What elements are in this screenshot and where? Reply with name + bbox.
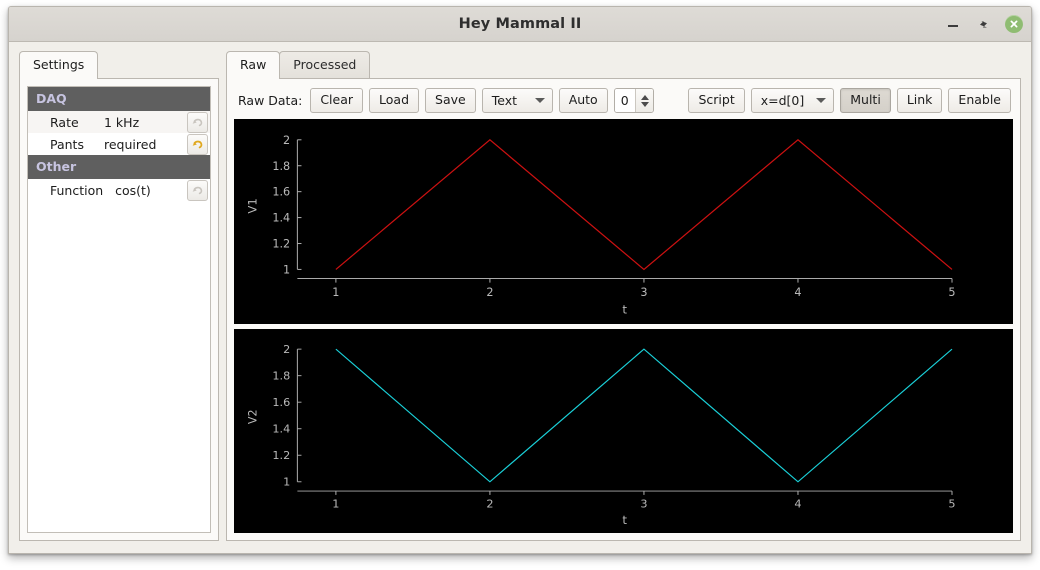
window-controls xyxy=(945,7,1023,41)
revert-icon-rate[interactable] xyxy=(187,111,208,133)
settings-group-header-other[interactable]: Other xyxy=(28,155,210,179)
settings-tree-scroll[interactable]: DAQ Rate 1 kHz Pants required Other Func… xyxy=(28,87,210,532)
settings-row-function-value: cos(t) xyxy=(115,182,151,198)
format-dropdown-value: Text xyxy=(491,93,517,108)
svg-text:2: 2 xyxy=(283,134,290,147)
svg-text:3: 3 xyxy=(640,497,647,510)
svg-text:1.8: 1.8 xyxy=(272,369,290,382)
settings-row-rate-key: Rate xyxy=(50,114,79,130)
settings-group-header-daq[interactable]: DAQ xyxy=(28,87,210,111)
svg-text:V2: V2 xyxy=(245,409,259,424)
settings-row-function[interactable]: Function cos(t) xyxy=(28,179,210,201)
svg-text:5: 5 xyxy=(948,497,955,510)
minimize-icon[interactable] xyxy=(945,16,962,33)
plot-v2[interactable]: 1 1.2 1.4 1.6 1.8 2 1 2 3 4 5 t V2 xyxy=(234,328,1013,533)
close-icon[interactable] xyxy=(1005,15,1023,33)
svg-text:3: 3 xyxy=(640,286,647,299)
svg-text:1.2: 1.2 xyxy=(272,449,290,462)
expression-dropdown-value: x=d[0] xyxy=(760,93,805,108)
raw-data-label: Raw Data: xyxy=(238,93,303,108)
tab-settings-label: Settings xyxy=(33,57,85,72)
maximize-icon[interactable] xyxy=(975,16,992,33)
script-button[interactable]: Script xyxy=(688,88,745,113)
settings-row-rate-value[interactable]: 1 kHz xyxy=(104,115,187,130)
data-pane: Raw Processed Raw Data: Clear Load Save … xyxy=(226,51,1021,541)
svg-text:2: 2 xyxy=(283,343,290,356)
svg-text:t: t xyxy=(622,513,627,527)
settings-row-rate[interactable]: Rate 1 kHz xyxy=(28,111,210,133)
chevron-down-icon xyxy=(534,98,545,103)
chevron-down-icon xyxy=(816,98,827,103)
format-dropdown[interactable]: Text xyxy=(481,88,553,113)
index-stepper-value[interactable]: 0 xyxy=(614,89,636,112)
settings-row-pants[interactable]: Pants required xyxy=(28,133,210,155)
svg-text:1: 1 xyxy=(283,264,290,277)
multi-toggle-button[interactable]: Multi xyxy=(840,88,891,113)
svg-text:1.6: 1.6 xyxy=(272,396,290,409)
revert-icon-pants[interactable] xyxy=(187,133,208,155)
svg-text:t: t xyxy=(622,302,627,316)
window-content: Settings DAQ Rate 1 kHz Pants required O… xyxy=(9,42,1031,553)
application-window: Hey Mammal II Settings DAQ Rate 1 kHz Pa… xyxy=(8,6,1032,554)
svg-text:1.4: 1.4 xyxy=(272,212,290,225)
plot-stack: 1 1.2 1.4 1.6 1.8 2 1 2 3 4 5 t V1 1 1.2 1.4 1.6 1.8 2 1 2 3… xyxy=(234,119,1013,533)
stepper-down-icon[interactable] xyxy=(640,101,649,107)
save-button[interactable]: Save xyxy=(425,88,476,113)
stepper-up-icon[interactable] xyxy=(640,94,649,100)
data-tabstrip: Raw Processed xyxy=(226,51,1021,79)
svg-text:V1: V1 xyxy=(245,198,259,214)
load-button[interactable]: Load xyxy=(369,88,420,113)
settings-row-function-text[interactable]: Function cos(t) xyxy=(28,183,187,198)
enable-toggle-button[interactable]: Enable xyxy=(948,88,1011,113)
settings-tabstrip: Settings xyxy=(19,51,219,79)
plot-v1[interactable]: 1 1.2 1.4 1.6 1.8 2 1 2 3 4 5 t V1 xyxy=(234,119,1013,324)
settings-pane: Settings DAQ Rate 1 kHz Pants required O… xyxy=(19,51,219,541)
tab-processed[interactable]: Processed xyxy=(279,51,371,78)
settings-pane-body: DAQ Rate 1 kHz Pants required Other Func… xyxy=(19,78,219,541)
settings-tree: DAQ Rate 1 kHz Pants required Other Func… xyxy=(27,86,211,533)
svg-text:1: 1 xyxy=(332,497,339,510)
index-stepper-buttons xyxy=(635,89,654,112)
title-bar: Hey Mammal II xyxy=(9,7,1031,42)
svg-text:1: 1 xyxy=(283,475,290,488)
svg-text:1: 1 xyxy=(332,286,339,299)
revert-icon-function[interactable] xyxy=(187,179,208,201)
tab-raw[interactable]: Raw xyxy=(226,51,281,79)
auto-button[interactable]: Auto xyxy=(558,88,608,113)
tab-settings[interactable]: Settings xyxy=(19,51,99,79)
svg-text:1.6: 1.6 xyxy=(272,186,290,199)
svg-text:2: 2 xyxy=(486,497,493,510)
settings-row-pants-key: Pants xyxy=(50,136,84,152)
svg-text:1.2: 1.2 xyxy=(272,238,290,251)
clear-button[interactable]: Clear xyxy=(310,88,364,113)
tab-raw-label: Raw xyxy=(240,57,267,72)
tab-processed-label: Processed xyxy=(293,57,357,72)
window-title: Hey Mammal II xyxy=(458,16,582,32)
svg-text:4: 4 xyxy=(794,497,801,510)
settings-row-function-key: Function xyxy=(50,182,104,198)
link-toggle-button[interactable]: Link xyxy=(896,88,943,113)
raw-tab-panel: Raw Data: Clear Load Save Text Auto 0 Sc… xyxy=(226,78,1021,541)
svg-text:4: 4 xyxy=(794,286,801,299)
settings-row-pants-value[interactable]: required xyxy=(104,137,187,152)
svg-text:2: 2 xyxy=(486,286,493,299)
svg-text:5: 5 xyxy=(948,286,955,299)
svg-text:1.4: 1.4 xyxy=(272,422,290,435)
raw-data-toolbar: Raw Data: Clear Load Save Text Auto 0 Sc… xyxy=(234,86,1013,119)
index-stepper[interactable]: 0 xyxy=(613,88,655,113)
svg-text:1.8: 1.8 xyxy=(272,160,290,173)
expression-dropdown[interactable]: x=d[0] xyxy=(750,88,835,113)
